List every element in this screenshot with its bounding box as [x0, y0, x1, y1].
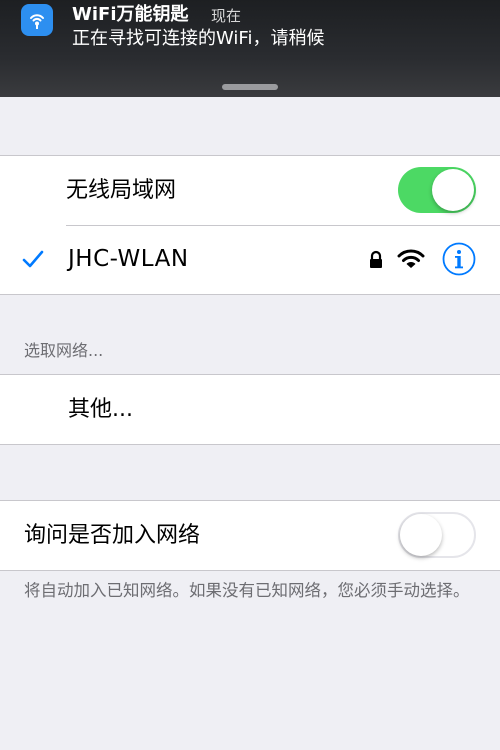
notification-message: 正在寻找可连接的WiFi，请稍候 — [72, 28, 325, 49]
other-network-label: 其他... — [68, 397, 133, 422]
wifi-key-app-icon — [21, 4, 53, 36]
network-row-jhc-wlan[interactable]: JHC-WLAN — [0, 225, 500, 294]
lock-icon — [368, 250, 384, 274]
toggle-knob — [432, 169, 474, 211]
ask-to-join-footer: 将自动加入已知网络。如果没有已知网络，您必须手动选择。 — [24, 581, 470, 600]
wlan-group: 无线局域网 JHC-WLAN — [0, 155, 500, 295]
ask-to-join-row: 询问是否加入网络 — [0, 501, 500, 570]
wlan-toggle[interactable] — [398, 167, 476, 213]
choose-network-header: 选取网络... — [24, 341, 104, 360]
checkmark-icon — [22, 249, 44, 273]
notification-time: 现在 — [211, 7, 242, 25]
toggle-knob — [400, 514, 442, 556]
notification-banner[interactable]: WiFi万能钥匙 现在 正在寻找可连接的WiFi，请稍候 — [0, 0, 500, 97]
wlan-label: 无线局域网 — [66, 178, 177, 203]
network-name: JHC-WLAN — [68, 246, 189, 272]
wlan-toggle-row: 无线局域网 — [0, 156, 500, 225]
info-icon[interactable] — [442, 242, 476, 280]
ask-to-join-label: 询问是否加入网络 — [24, 523, 201, 548]
ask-to-join-toggle[interactable] — [398, 512, 476, 558]
banner-pull-handle[interactable] — [222, 84, 278, 90]
notification-app-name: WiFi万能钥匙 — [72, 4, 189, 25]
wifi-signal-icon — [397, 247, 425, 275]
other-network-row[interactable]: 其他... — [0, 375, 500, 444]
ask-to-join-group: 询问是否加入网络 — [0, 500, 500, 571]
other-network-group: 其他... — [0, 374, 500, 445]
